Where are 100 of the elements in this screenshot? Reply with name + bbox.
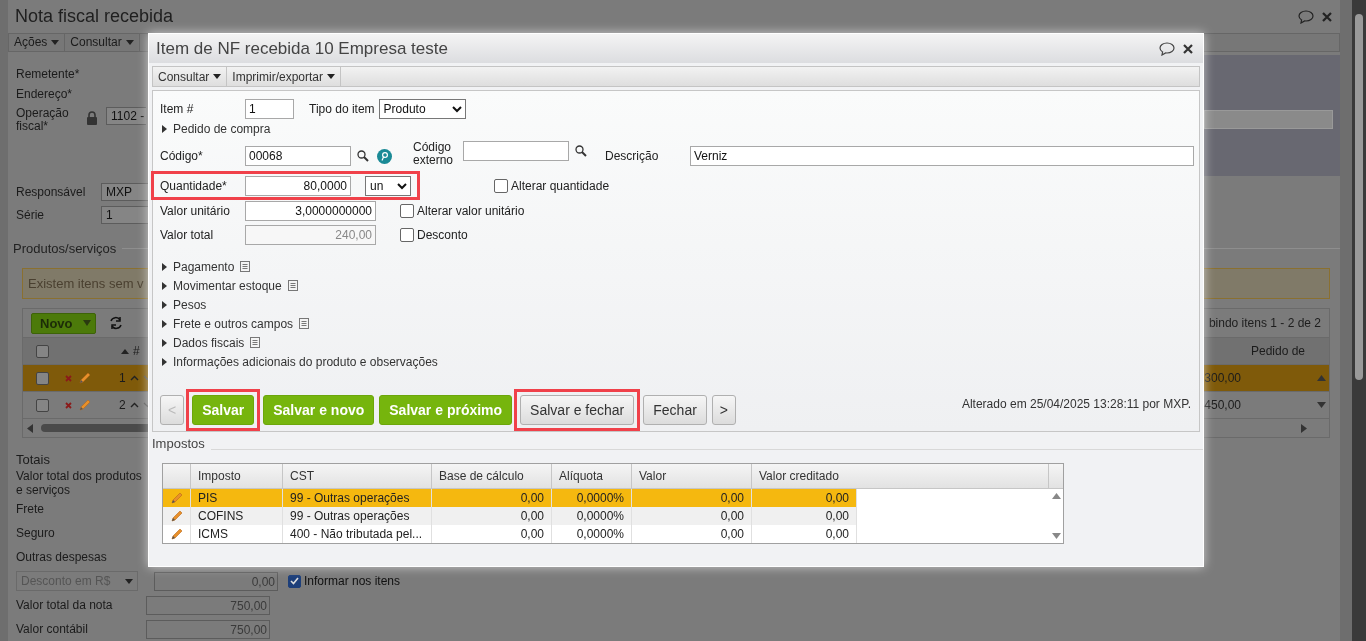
external-code-field[interactable] bbox=[463, 141, 569, 161]
move-up-icon[interactable] bbox=[129, 375, 139, 381]
nav-button[interactable]: > bbox=[711, 395, 737, 425]
checkbox-label: Desconto bbox=[417, 228, 468, 242]
scroll-down-icon[interactable] bbox=[1316, 402, 1326, 408]
column-header[interactable]: Imposto bbox=[191, 464, 283, 488]
code-field[interactable]: 00068 bbox=[245, 146, 351, 166]
section-link[interactable]: Pedido de compra bbox=[173, 121, 271, 136]
checkbox-label: Alterar valor unitário bbox=[417, 204, 525, 218]
sort-icon[interactable] bbox=[121, 348, 129, 354]
table-row[interactable]: PIS 99 - Outras operações 0,00 0,0000% 0,00 0,00 bbox=[163, 489, 857, 507]
item-type-select[interactable]: Produto bbox=[378, 99, 466, 119]
responsible-field[interactable]: MXP bbox=[101, 182, 148, 201]
search-icon[interactable] bbox=[575, 145, 587, 157]
quantity-field[interactable]: 80,0000 bbox=[245, 175, 351, 196]
column-header[interactable]: Valor creditado bbox=[752, 464, 1049, 488]
warning-text: Existem itens sem v bbox=[28, 275, 144, 291]
item-number-field[interactable]: 1 bbox=[245, 99, 294, 119]
table-cell: 0,00 bbox=[825, 527, 849, 541]
close-icon[interactable] bbox=[1183, 43, 1193, 54]
checkbox[interactable] bbox=[288, 574, 301, 588]
search-icon[interactable] bbox=[357, 150, 369, 162]
menu-button[interactable]: Consultar bbox=[65, 34, 140, 51]
table-row[interactable]: COFINS 99 - Outras operações 0,00 0,0000% 0,00 0,00 bbox=[163, 507, 857, 525]
expand-arrow-icon bbox=[162, 300, 167, 309]
select-all-checkbox[interactable] bbox=[35, 344, 49, 358]
column-header[interactable]: Base de cálculo bbox=[432, 464, 552, 488]
scroll-up-icon[interactable] bbox=[1051, 493, 1061, 499]
section-link[interactable]: Informações adicionais do produto e observações bbox=[173, 354, 438, 369]
unit-price-field[interactable]: 3,0000000000 bbox=[245, 201, 376, 221]
menu-button[interactable]: Consultar bbox=[153, 67, 228, 86]
table-cell: 400 - Não tributada pel... bbox=[290, 527, 423, 541]
field-label: Valor unitário bbox=[160, 204, 231, 218]
refresh-icon[interactable] bbox=[107, 316, 124, 330]
column-header[interactable]: # bbox=[133, 344, 140, 358]
section-link[interactable]: Movimentar estoque bbox=[173, 278, 282, 293]
lookup-icon[interactable] bbox=[377, 148, 392, 164]
table-cell: 0,0000% bbox=[576, 509, 624, 523]
table-cell: 0,00 bbox=[825, 509, 849, 523]
edit-icon[interactable] bbox=[169, 509, 184, 523]
field-label: Responsável bbox=[16, 184, 87, 199]
column-header[interactable]: Alíquota bbox=[552, 464, 632, 488]
field-label: Endereço* bbox=[16, 86, 74, 101]
unit-select[interactable]: un bbox=[365, 175, 411, 196]
column-header[interactable]: CST bbox=[283, 464, 432, 488]
pencil-icon[interactable] bbox=[78, 371, 92, 385]
table-cell: 0,00 bbox=[720, 527, 744, 541]
scroll-down-icon[interactable] bbox=[1051, 533, 1061, 539]
comment-icon[interactable] bbox=[1159, 41, 1175, 56]
column-header[interactable]: Pedido de bbox=[1241, 344, 1313, 358]
field-label: Descrição bbox=[605, 149, 660, 163]
action-button[interactable]: Fechar bbox=[643, 395, 707, 425]
table-cell: 0,00 bbox=[720, 491, 744, 505]
edit-icon[interactable] bbox=[169, 527, 184, 541]
menu-button[interactable]: Ações bbox=[9, 34, 66, 51]
table-cell: ICMS bbox=[198, 527, 228, 541]
dialog-title: Item de NF recebida 10 Empresa teste bbox=[156, 38, 448, 59]
scroll-left-icon[interactable] bbox=[27, 423, 33, 433]
operation-field[interactable]: 1102 - bbox=[106, 106, 146, 125]
section-link[interactable]: Pesos bbox=[173, 297, 207, 312]
input-field[interactable] bbox=[1204, 109, 1333, 129]
table-cell-text: 300,00 bbox=[1203, 371, 1241, 385]
move-up-icon[interactable] bbox=[129, 402, 139, 408]
pencil-icon[interactable] bbox=[78, 398, 92, 412]
comment-icon[interactable] bbox=[1298, 9, 1314, 24]
expand-arrow-icon bbox=[162, 338, 167, 347]
table-row[interactable]: ICMS 400 - Não tributada pel... 0,00 0,0000% 0,00 0,00 bbox=[163, 525, 857, 543]
edit-icon[interactable] bbox=[169, 491, 184, 505]
scroll-right-icon[interactable] bbox=[1301, 423, 1307, 433]
table-cell: 0,00 bbox=[520, 491, 544, 505]
checkbox[interactable] bbox=[400, 228, 414, 242]
total-label: Valor total da nota bbox=[16, 598, 114, 612]
table-cell-text: 450,00 bbox=[1203, 398, 1241, 412]
checkbox-label: Alterar quantidade bbox=[511, 178, 610, 193]
table-cell: 0,00 bbox=[520, 509, 544, 523]
caret-icon bbox=[82, 320, 91, 326]
delete-icon[interactable] bbox=[65, 401, 72, 409]
action-button[interactable]: Salvar e fechar bbox=[520, 395, 635, 425]
vertical-scrollbar[interactable] bbox=[1352, 0, 1366, 641]
series-field[interactable]: 1 bbox=[101, 206, 148, 224]
row-checkbox[interactable] bbox=[35, 371, 49, 385]
field-label: Tipo do item bbox=[309, 102, 375, 116]
caret-icon bbox=[51, 40, 60, 45]
row-checkbox[interactable] bbox=[35, 398, 49, 412]
table-cell: 99 - Outras operações bbox=[290, 491, 410, 505]
table-cell: COFINS bbox=[198, 509, 244, 523]
checkbox[interactable] bbox=[494, 178, 508, 193]
expand-arrow-icon bbox=[162, 281, 167, 290]
checkbox[interactable] bbox=[400, 204, 414, 218]
column-header[interactable]: Valor bbox=[632, 464, 752, 488]
field-label: Série bbox=[16, 208, 45, 222]
row-number: 1 bbox=[119, 371, 126, 385]
menu-button[interactable]: Imprimir/exportar bbox=[227, 67, 342, 86]
description-field[interactable]: Verniz bbox=[690, 146, 1194, 166]
section-link[interactable]: Pagamento bbox=[173, 259, 235, 274]
scroll-up-icon[interactable] bbox=[1316, 375, 1326, 381]
section-link[interactable]: Frete e outros campos bbox=[173, 316, 294, 331]
section-link[interactable]: Dados fiscais bbox=[173, 335, 245, 350]
expand-arrow-icon bbox=[162, 124, 167, 133]
modified-text: Alterado em 25/04/2025 13:28:11 por MXP. bbox=[961, 397, 1191, 411]
